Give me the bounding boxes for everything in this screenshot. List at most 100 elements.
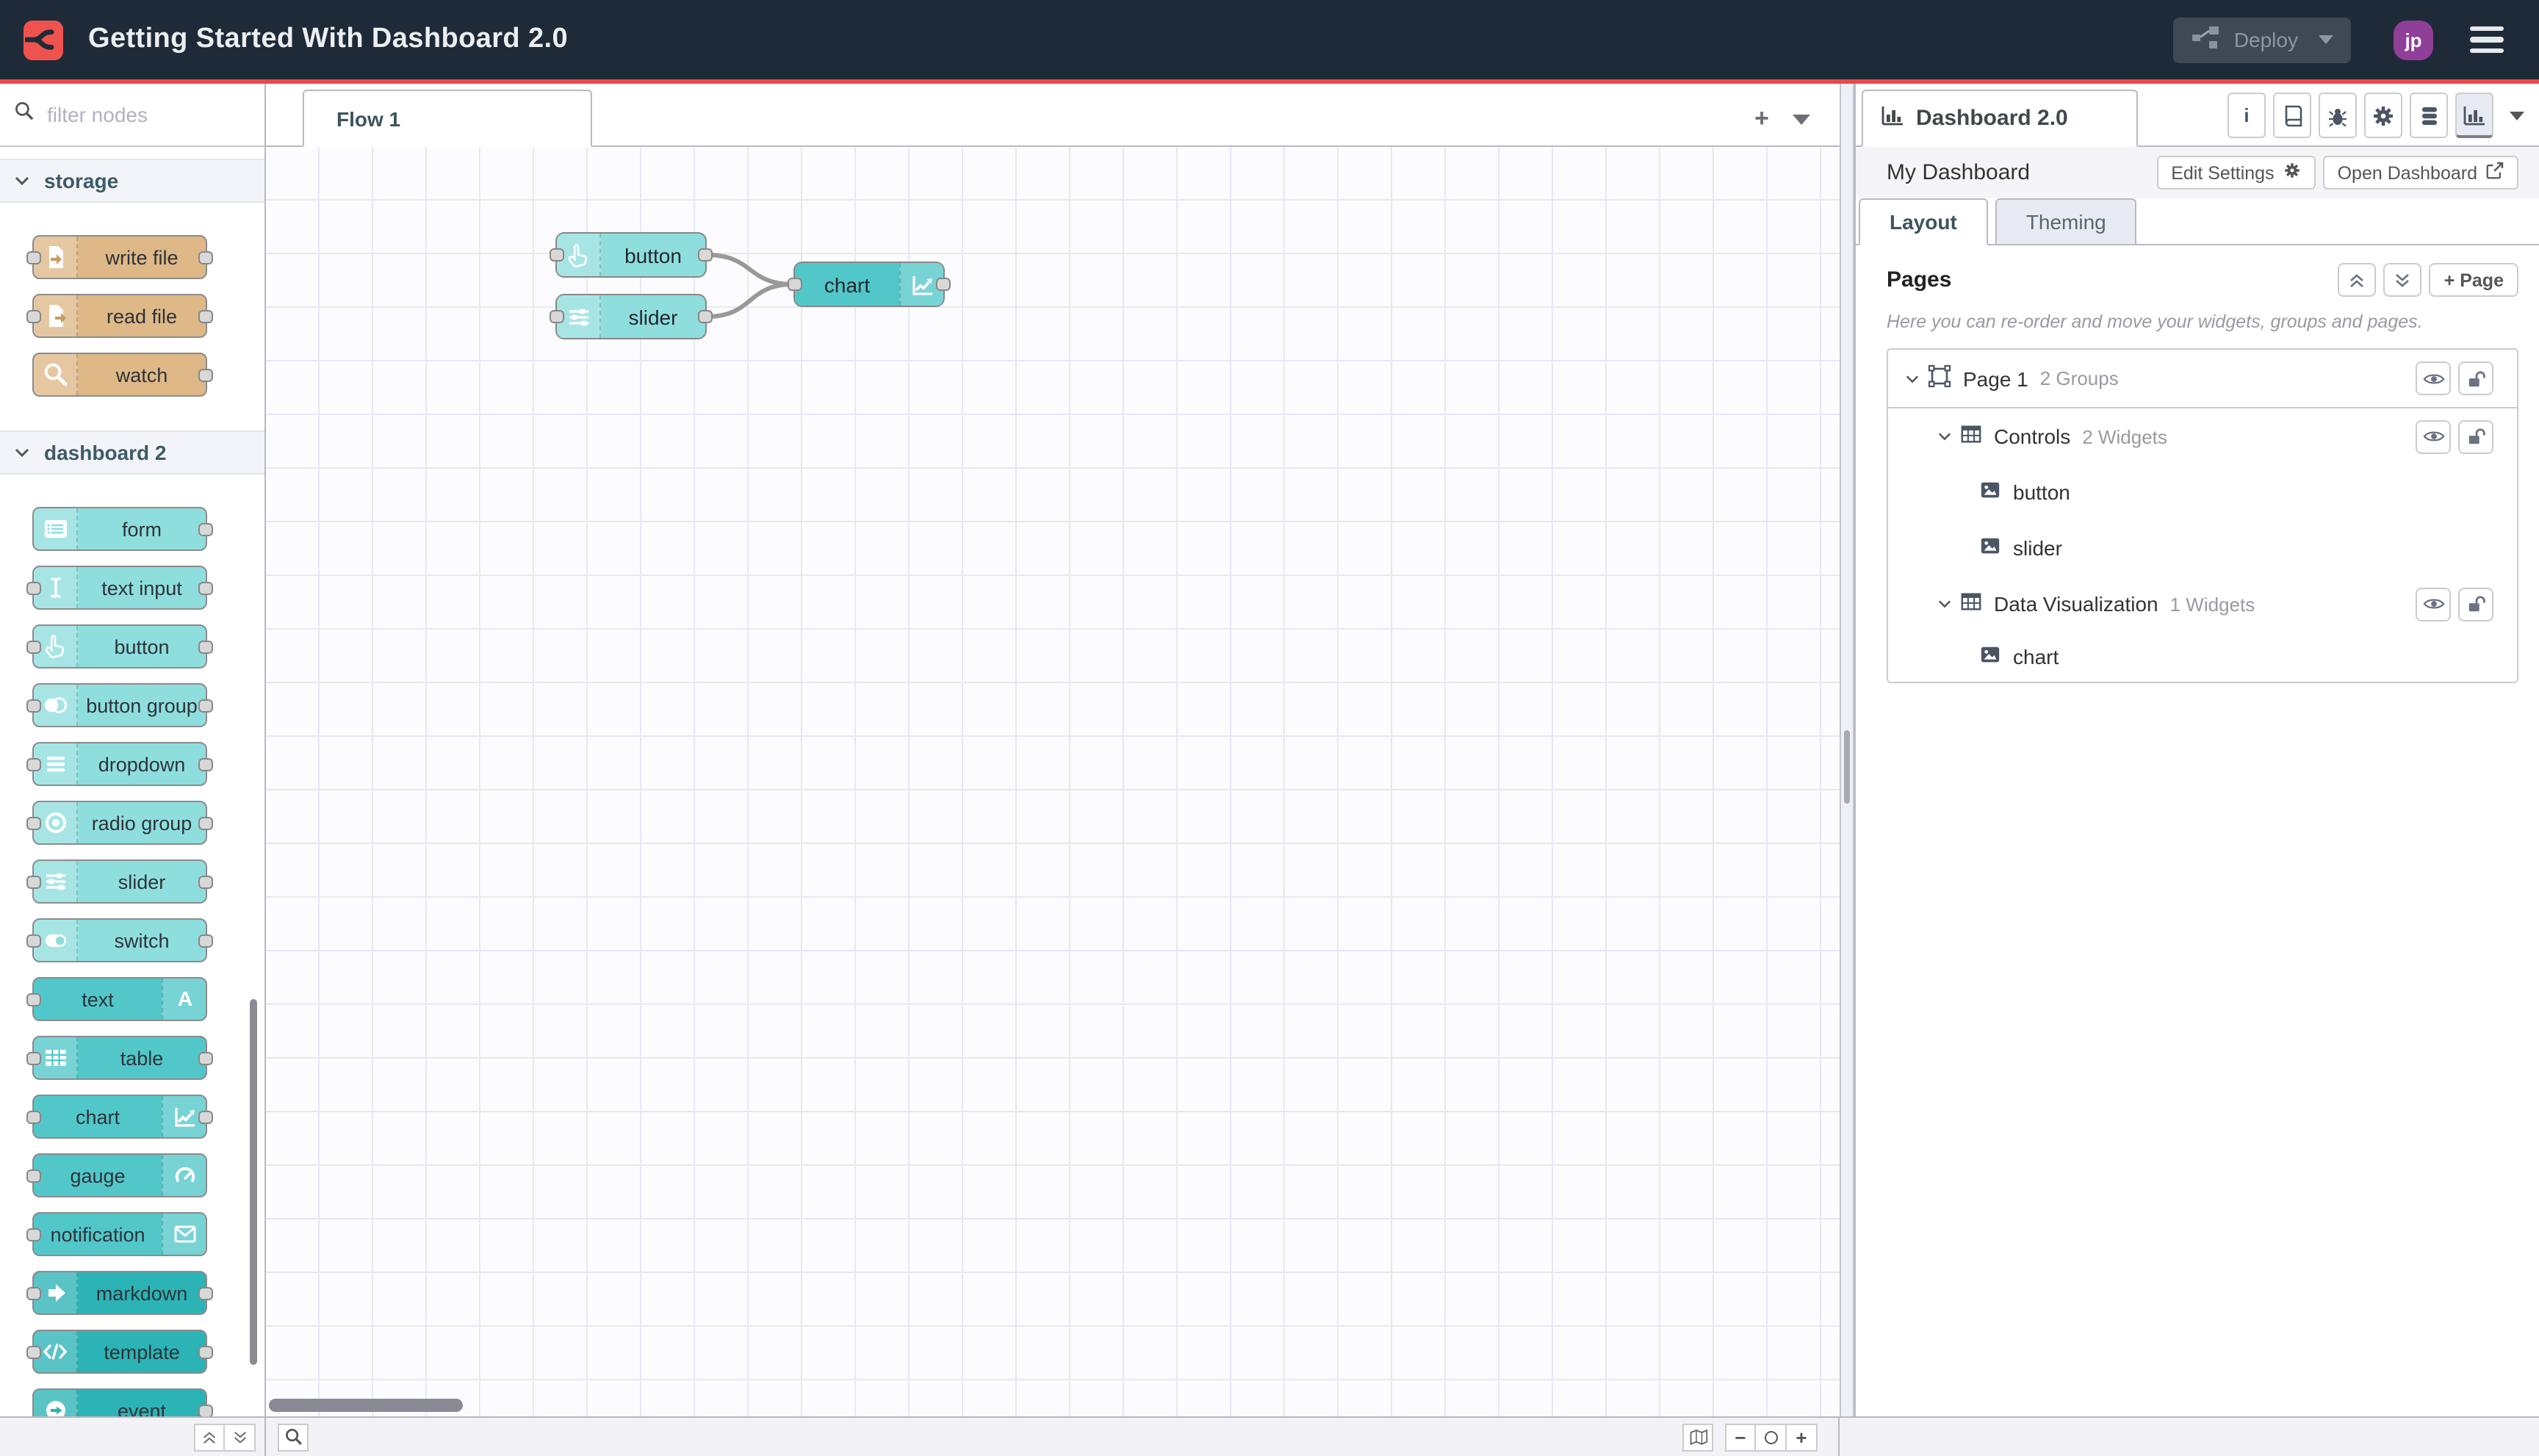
category-dashboard-2[interactable]: dashboard 2 bbox=[0, 430, 264, 475]
output-port[interactable] bbox=[198, 522, 213, 536]
output-port[interactable] bbox=[198, 1345, 213, 1358]
output-port[interactable] bbox=[198, 251, 213, 264]
collapse-all-button[interactable] bbox=[2338, 263, 2377, 297]
input-port[interactable] bbox=[550, 310, 564, 323]
palette-node-markdown[interactable]: markdown bbox=[26, 1271, 213, 1315]
tree-row-widget-slider[interactable]: slider bbox=[1888, 520, 2517, 576]
output-port[interactable] bbox=[198, 1404, 213, 1416]
input-port[interactable] bbox=[26, 640, 41, 653]
tab-layout[interactable]: Layout bbox=[1859, 198, 1988, 245]
flow-node-chart[interactable]: chart bbox=[788, 262, 951, 307]
edit-settings-button[interactable]: Edit Settings bbox=[2156, 156, 2316, 190]
book-icon[interactable] bbox=[2273, 93, 2311, 138]
tree-row-widget-button[interactable]: button bbox=[1888, 464, 2517, 520]
canvas-vertical-scrollbar[interactable] bbox=[1844, 730, 1850, 804]
output-port[interactable] bbox=[198, 757, 213, 771]
palette-node-chart[interactable]: chart bbox=[26, 1095, 213, 1139]
chevron-down-icon[interactable] bbox=[1906, 374, 1919, 383]
input-port[interactable] bbox=[26, 251, 41, 264]
canvas-search-button[interactable] bbox=[278, 1423, 309, 1451]
palette-node-button-group[interactable]: button group bbox=[26, 683, 213, 727]
palette-scrollbar[interactable] bbox=[250, 999, 257, 1365]
palette-search[interactable] bbox=[0, 84, 264, 147]
output-port[interactable] bbox=[698, 248, 713, 262]
chevron-down-icon[interactable] bbox=[1938, 432, 1951, 441]
flow-list-caret-icon[interactable] bbox=[1793, 115, 1810, 125]
input-port[interactable] bbox=[26, 581, 41, 594]
palette-node-write-file[interactable]: write file bbox=[26, 235, 213, 279]
tree-row-widget-chart[interactable]: chart bbox=[1888, 632, 2517, 682]
zoom-reset-button[interactable] bbox=[1756, 1423, 1787, 1451]
output-port[interactable] bbox=[198, 934, 213, 947]
input-port[interactable] bbox=[26, 934, 41, 947]
gear-icon[interactable] bbox=[2364, 93, 2402, 138]
output-port[interactable] bbox=[198, 368, 213, 381]
output-port[interactable] bbox=[198, 1051, 213, 1064]
visibility-button[interactable] bbox=[2416, 361, 2451, 395]
output-port[interactable] bbox=[198, 640, 213, 653]
input-port[interactable] bbox=[26, 816, 41, 829]
input-port[interactable] bbox=[26, 1169, 41, 1182]
input-port[interactable] bbox=[26, 699, 41, 712]
output-port[interactable] bbox=[198, 309, 213, 322]
zoom-out-button[interactable]: − bbox=[1725, 1423, 1756, 1451]
zoom-in-button[interactable]: + bbox=[1787, 1423, 1818, 1451]
palette-node-form[interactable]: form bbox=[32, 507, 213, 551]
lock-button[interactable] bbox=[2458, 419, 2493, 453]
layers-icon[interactable] bbox=[2410, 93, 2448, 138]
output-port[interactable] bbox=[198, 875, 213, 888]
filter-nodes-input[interactable] bbox=[44, 101, 235, 128]
tree-row-group-controls[interactable]: Controls 2 Widgets bbox=[1888, 408, 2517, 464]
input-port[interactable] bbox=[26, 1286, 41, 1300]
avatar[interactable]: jp bbox=[2394, 20, 2433, 60]
input-port[interactable] bbox=[26, 309, 41, 322]
visibility-button[interactable] bbox=[2416, 419, 2451, 453]
category-storage[interactable]: storage bbox=[0, 159, 264, 203]
main-menu-button[interactable] bbox=[2470, 26, 2504, 54]
visibility-button[interactable] bbox=[2416, 587, 2451, 621]
expand-all-button[interactable] bbox=[2383, 263, 2422, 297]
input-port[interactable] bbox=[26, 1345, 41, 1358]
output-port[interactable] bbox=[198, 816, 213, 829]
bug-icon[interactable] bbox=[2319, 93, 2357, 138]
palette-node-notification[interactable]: notification bbox=[26, 1212, 207, 1256]
flow-node-button[interactable]: button bbox=[550, 232, 713, 278]
input-port[interactable] bbox=[26, 875, 41, 888]
minimap-button[interactable] bbox=[1682, 1423, 1713, 1451]
palette-node-gauge[interactable]: gauge bbox=[26, 1153, 207, 1197]
output-port[interactable] bbox=[198, 1286, 213, 1300]
palette-node-table[interactable]: table bbox=[26, 1036, 213, 1080]
tab-theming[interactable]: Theming bbox=[1995, 198, 2137, 245]
palette-node-switch[interactable]: switch bbox=[26, 918, 213, 962]
input-port[interactable] bbox=[26, 757, 41, 771]
input-port[interactable] bbox=[26, 1110, 41, 1123]
flow-canvas[interactable]: button slider chart bbox=[266, 147, 1840, 1416]
panel-list-caret-icon[interactable] bbox=[2510, 111, 2524, 120]
palette-node-button[interactable]: button bbox=[26, 624, 213, 668]
palette-node-radio-group[interactable]: radio group bbox=[26, 801, 213, 845]
output-port[interactable] bbox=[698, 310, 713, 323]
canvas-horizontal-scrollbar[interactable] bbox=[269, 1399, 463, 1412]
palette-node-read-file[interactable]: read file bbox=[26, 294, 213, 338]
palette-node-event[interactable]: event bbox=[32, 1388, 213, 1416]
output-port[interactable] bbox=[198, 581, 213, 594]
dashboard-panel-icon[interactable] bbox=[2455, 93, 2493, 138]
tree-row-page-1[interactable]: Page 1 2 Groups bbox=[1888, 350, 2517, 408]
input-port[interactable] bbox=[26, 1228, 41, 1241]
tab-dashboard-2[interactable]: Dashboard 2.0 bbox=[1862, 90, 2138, 147]
palette-collapse-all-button[interactable] bbox=[194, 1423, 225, 1451]
lock-button[interactable] bbox=[2458, 361, 2493, 395]
input-port[interactable] bbox=[26, 1051, 41, 1064]
lock-button[interactable] bbox=[2458, 587, 2493, 621]
deploy-button[interactable]: Deploy bbox=[2173, 17, 2351, 62]
palette-node-slider[interactable]: slider bbox=[26, 859, 213, 904]
flow-node-slider[interactable]: slider bbox=[550, 294, 713, 339]
output-port[interactable] bbox=[198, 699, 213, 712]
output-port[interactable] bbox=[936, 278, 951, 291]
add-flow-button[interactable]: + bbox=[1754, 106, 1769, 131]
palette-node-watch[interactable]: watch bbox=[32, 353, 213, 397]
palette-node-template[interactable]: template bbox=[26, 1330, 213, 1374]
tree-row-group-data-visualization[interactable]: Data Visualization 1 Widgets bbox=[1888, 576, 2517, 632]
tab-flow-1[interactable]: Flow 1 bbox=[303, 90, 592, 147]
info-icon[interactable]: i bbox=[2228, 93, 2266, 138]
